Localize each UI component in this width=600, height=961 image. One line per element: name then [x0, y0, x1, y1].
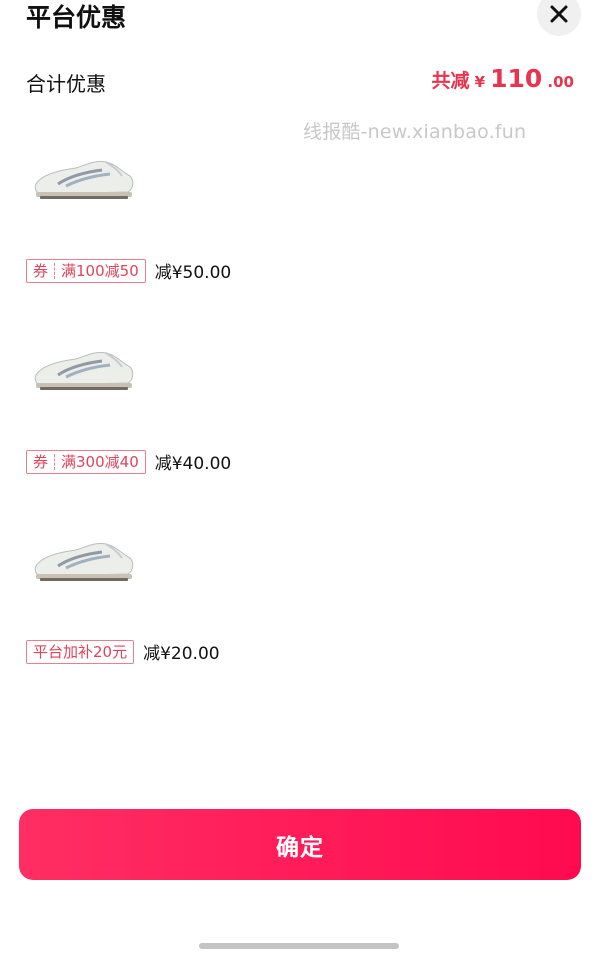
discount-row: 券 满100减50 减¥50.00 — [26, 258, 231, 283]
discount-amount: 减¥20.00 — [143, 644, 220, 664]
coupon-tag: 券 满100减50 — [26, 258, 146, 283]
coupon-tag-text: 满300减40 — [61, 452, 139, 471]
product-image[interactable] — [30, 154, 136, 204]
discount-row: 券 满300减40 减¥40.00 — [26, 449, 231, 474]
coupon-tag-prefix: 券 — [33, 452, 49, 471]
discount-amount: 减¥50.00 — [154, 263, 232, 283]
total-amount-decimal: .00 — [547, 73, 574, 91]
coupon-tag: 券 满300减40 — [26, 449, 146, 474]
home-indicator — [199, 943, 399, 949]
confirm-button[interactable]: 确定 — [19, 809, 581, 880]
summary-total: 共减 ¥ 110 .00 — [432, 64, 575, 93]
discount-amount: 减¥40.00 — [154, 454, 232, 474]
close-icon — [550, 5, 568, 23]
coupon-tag-text: 满100减50 — [61, 261, 139, 280]
platform-subsidy-tag: 平台加补20元 — [26, 639, 135, 664]
product-image[interactable] — [30, 536, 136, 586]
discount-row: 平台加补20元 减¥20.00 — [26, 639, 220, 664]
coupon-tag-prefix: 券 — [33, 261, 49, 280]
total-currency: ¥ — [474, 73, 486, 91]
summary-label: 合计优惠 — [26, 72, 106, 96]
product-image[interactable] — [30, 345, 136, 395]
watermark: 线报酷-new.xianbao.fun — [303, 121, 527, 143]
subsidy-tag-text: 平台加补20元 — [33, 642, 128, 661]
sheet-title: 平台优惠 — [26, 3, 127, 32]
tag-divider — [54, 453, 56, 470]
summary-row: 合计优惠 共减 ¥ 110 .00 — [26, 64, 574, 98]
close-button[interactable] — [537, 0, 581, 36]
total-label: 共减 — [431, 70, 470, 92]
confirm-button-label: 确定 — [276, 834, 324, 861]
total-amount-integer: 110 — [490, 64, 543, 93]
tag-divider — [54, 262, 56, 279]
